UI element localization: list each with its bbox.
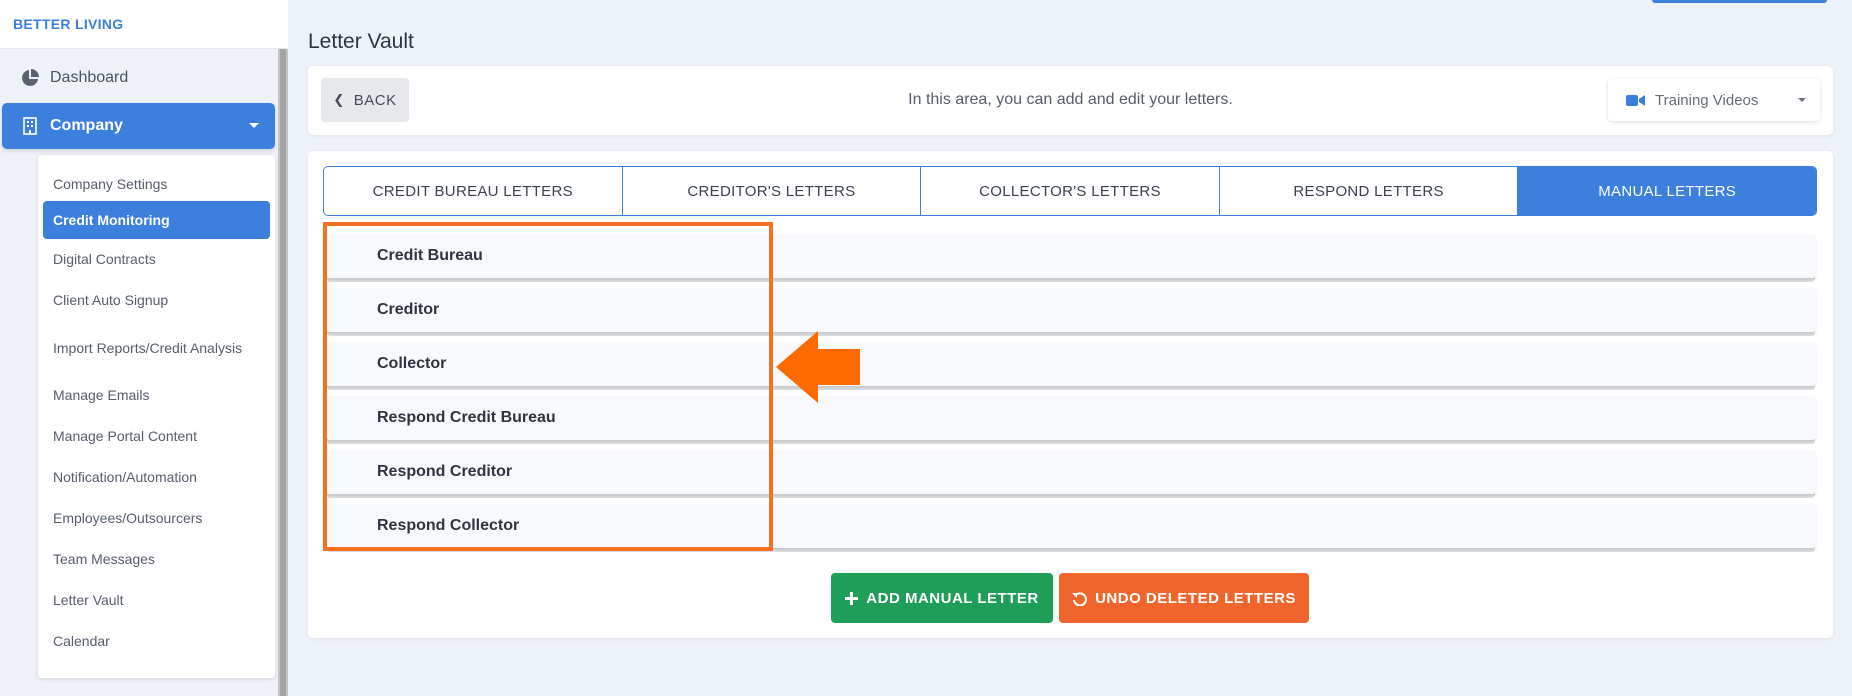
pie-chart-icon	[20, 68, 40, 88]
caret-down-icon	[1798, 98, 1806, 102]
caret-down-icon	[249, 123, 259, 128]
letters-card: CREDIT BUREAU LETTERS CREDITOR'S LETTERS…	[308, 151, 1833, 638]
submenu-item-credit-monitoring[interactable]: Credit Monitoring	[43, 201, 270, 239]
sidebar-item-company[interactable]: Company	[2, 103, 275, 149]
submenu-item-employees-outsourcers[interactable]: Employees/Outsourcers	[43, 500, 270, 536]
add-manual-letter-button[interactable]: ADD MANUAL LETTER	[831, 573, 1053, 623]
submenu-item-client-auto-signup[interactable]: Client Auto Signup	[43, 282, 270, 318]
undo-deleted-letters-button[interactable]: UNDO DELETED LETTERS	[1059, 573, 1309, 623]
letter-row-respond-credit-bureau[interactable]: Respond Credit Bureau	[326, 396, 1816, 440]
video-camera-icon	[1626, 94, 1645, 107]
letter-row-credit-bureau[interactable]: Credit Bureau	[326, 234, 1816, 278]
arrow-left-icon	[776, 331, 862, 408]
sidebar-scrollbar[interactable]	[278, 49, 288, 696]
scrollbar-thumb[interactable]	[280, 49, 286, 696]
submenu-item-company-settings[interactable]: Company Settings	[43, 167, 270, 201]
info-text: In this area, you can add and edit your …	[908, 91, 1233, 108]
submenu-item-manage-portal-content[interactable]: Manage Portal Content	[43, 418, 270, 454]
submenu-item-team-messages[interactable]: Team Messages	[43, 541, 270, 577]
training-videos-label: Training Videos	[1655, 91, 1759, 109]
submenu-item-letter-vault[interactable]: Letter Vault	[43, 582, 270, 618]
undo-button-label: UNDO DELETED LETTERS	[1095, 589, 1296, 607]
company-submenu: Company Settings Credit Monitoring Digit…	[38, 155, 275, 678]
building-icon	[20, 116, 40, 136]
tab-collectors-letters[interactable]: COLLECTOR'S LETTERS	[921, 167, 1220, 215]
letter-row-respond-collector[interactable]: Respond Collector	[326, 504, 1816, 548]
top-accent-bar	[1652, 0, 1827, 3]
tab-credit-bureau-letters[interactable]: CREDIT BUREAU LETTERS	[324, 167, 623, 215]
tab-respond-letters[interactable]: RESPOND LETTERS	[1220, 167, 1519, 215]
header-card: ❮ BACK In this area, you can add and edi…	[308, 66, 1833, 135]
plus-icon	[845, 591, 859, 605]
brand-logo[interactable]: BETTER LIVING	[0, 0, 288, 49]
tab-manual-letters[interactable]: MANUAL LETTERS	[1518, 167, 1816, 215]
submenu-item-import-reports[interactable]: Import Reports/Credit Analysis	[43, 323, 270, 373]
submenu-item-digital-contracts[interactable]: Digital Contracts	[43, 241, 270, 277]
page-title: Letter Vault	[308, 30, 414, 53]
letter-row-collector[interactable]: Collector	[326, 342, 1816, 386]
sidebar: BETTER LIVING Dashboard Company Company …	[0, 0, 288, 696]
submenu-item-calendar[interactable]: Calendar	[43, 623, 270, 659]
letter-tabs: CREDIT BUREAU LETTERS CREDITOR'S LETTERS…	[323, 166, 1817, 216]
undo-icon	[1072, 591, 1088, 606]
letter-row-creditor[interactable]: Creditor	[326, 288, 1816, 332]
submenu-item-manage-emails[interactable]: Manage Emails	[43, 377, 270, 413]
sidebar-item-dashboard[interactable]: Dashboard	[2, 55, 275, 101]
submenu-item-notification-automation[interactable]: Notification/Automation	[43, 459, 270, 495]
letter-row-respond-creditor[interactable]: Respond Creditor	[326, 450, 1816, 494]
add-button-label: ADD MANUAL LETTER	[866, 589, 1039, 607]
training-videos-dropdown[interactable]: Training Videos	[1608, 79, 1820, 121]
sidebar-item-label: Company	[50, 117, 123, 134]
sidebar-item-label: Dashboard	[50, 69, 129, 86]
tab-creditors-letters[interactable]: CREDITOR'S LETTERS	[623, 167, 922, 215]
